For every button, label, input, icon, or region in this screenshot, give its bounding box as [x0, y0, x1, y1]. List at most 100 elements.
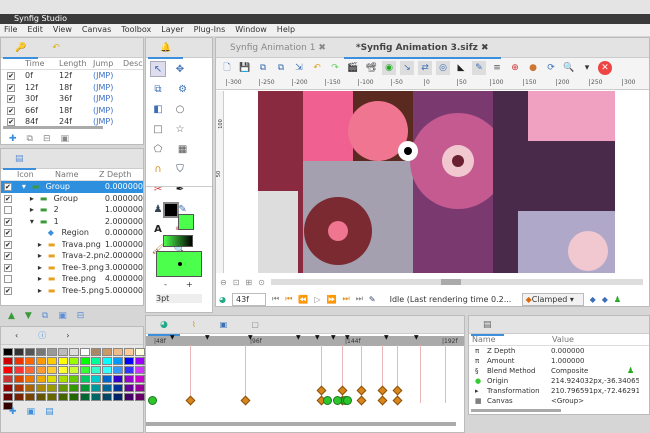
expander-icon[interactable]: ▾: [22, 181, 32, 193]
palette-swatch[interactable]: [124, 393, 134, 401]
layer-visible-checkbox[interactable]: ✔: [4, 252, 12, 260]
layer-name[interactable]: Trava-2.png: [62, 250, 105, 262]
keyframe-time[interactable]: 12f: [25, 82, 59, 94]
lower-layer-icon[interactable]: ▼: [25, 311, 32, 321]
params-tab-icon[interactable]: ◕: [148, 320, 180, 336]
sound-tab-icon[interactable]: ▣: [220, 320, 228, 329]
keyframe-active-checkbox[interactable]: ✔: [7, 106, 15, 115]
seek-end-icon[interactable]: ⏭: [356, 294, 363, 304]
canvas-browser-tab-icon[interactable]: ▢: [251, 320, 259, 329]
horizontal-scrollbar[interactable]: [270, 279, 643, 285]
spline-tool-icon[interactable]: ∩: [150, 161, 166, 177]
param-row[interactable]: π Amount 1.000000: [469, 356, 649, 366]
expander-icon[interactable]: ▸: [38, 239, 48, 251]
palette-swatch[interactable]: [135, 366, 145, 374]
menu-edit[interactable]: Edit: [27, 24, 43, 36]
keyframe-row[interactable]: ✔ 30f 36f (JMP): [1, 93, 143, 105]
rotate-tool-icon[interactable]: ⚙: [175, 81, 191, 97]
layer-name[interactable]: 1: [54, 216, 105, 228]
layers-tab-icon[interactable]: ▤: [3, 154, 35, 170]
expander-icon[interactable]: ▸: [38, 250, 48, 262]
library-tab-icon[interactable]: ↶: [52, 43, 60, 53]
menu-view[interactable]: View: [53, 24, 72, 36]
keyframe-marker[interactable]: ▼: [315, 334, 320, 341]
toggle-icon-2[interactable]: ⊡: [233, 278, 240, 287]
keyframes-scrollbar[interactable]: [3, 126, 103, 129]
palette-swatch[interactable]: [3, 366, 13, 374]
param-value[interactable]: 210.796591px,-72.462913: [551, 386, 639, 396]
palette-swatch[interactable]: [3, 357, 13, 365]
star-tool-icon[interactable]: ☆: [172, 121, 188, 137]
palette-swatch[interactable]: [80, 348, 90, 356]
position-handles-icon[interactable]: ⇄: [418, 61, 432, 75]
keyframe-marker[interactable]: ▼: [384, 334, 389, 341]
col-jump[interactable]: Jump: [93, 58, 123, 69]
palette-swatch[interactable]: [102, 366, 112, 374]
refresh-icon[interactable]: ⟳: [544, 61, 558, 75]
layer-name[interactable]: Region: [62, 227, 105, 239]
onion-skin-icon[interactable]: ◣: [454, 61, 468, 75]
new-icon[interactable]: 🗋: [220, 61, 234, 75]
keyframe-marker[interactable]: ▼: [248, 334, 253, 341]
layer-visible-checkbox[interactable]: ✔: [4, 263, 12, 272]
palette-swatch[interactable]: [3, 393, 13, 401]
col-icon[interactable]: Icon: [17, 169, 55, 180]
interpolation-select[interactable]: ◆Clamped ▾: [521, 292, 584, 306]
save-palette-icon[interactable]: ▣: [27, 407, 36, 417]
layer-row[interactable]: ✔ ▸ ▬ Trava.png 1.000000: [1, 239, 143, 251]
keyframe-jump-link[interactable]: (JMP): [93, 105, 113, 117]
palette-swatch[interactable]: [14, 366, 24, 374]
keyframe-active-checkbox[interactable]: ✔: [7, 95, 15, 103]
next-frame-icon[interactable]: ⏩: [327, 295, 337, 304]
layer-row[interactable]: ✔ ▾ ▬ Group 0.000000: [1, 181, 143, 193]
palette-swatch[interactable]: [135, 384, 145, 392]
palette-swatch[interactable]: [113, 348, 123, 356]
remove-keyframe-icon[interactable]: ⊟: [43, 134, 51, 144]
future-keyframes-lock-icon[interactable]: ◆: [602, 295, 608, 304]
expander-icon[interactable]: ▸: [38, 273, 48, 285]
duplicate-layer-icon[interactable]: ⧉: [42, 311, 48, 321]
brush-size-decrease[interactable]: -: [164, 280, 167, 289]
keyframe-jump-link[interactable]: (JMP): [93, 82, 113, 94]
zoom-icon[interactable]: 🔍: [562, 61, 576, 75]
palette-swatch[interactable]: [69, 348, 79, 356]
param-row[interactable]: ▸ Transformation 210.796591px,-72.462913: [469, 386, 649, 396]
menu-layer[interactable]: Layer: [161, 24, 183, 36]
col-param-name[interactable]: Name: [472, 334, 552, 345]
col-length[interactable]: Length: [59, 58, 93, 69]
canvas-tab-1[interactable]: Synfig Animation 1 ✖: [230, 43, 326, 53]
keyframe-row[interactable]: ✔ 12f 18f (JMP): [1, 82, 143, 94]
layer-row[interactable]: ✔ ▾ ▬ 1 2.000000: [1, 216, 143, 228]
palette-swatch[interactable]: [102, 348, 112, 356]
palette-swatch[interactable]: [58, 375, 68, 383]
palette-swatch[interactable]: [91, 348, 101, 356]
show-handles-icon[interactable]: ◉: [382, 61, 396, 75]
palette-swatch[interactable]: [58, 357, 68, 365]
keyframe-time[interactable]: 30f: [25, 93, 59, 105]
palette-swatch[interactable]: [91, 357, 101, 365]
palette-swatch[interactable]: [47, 384, 57, 392]
palette-swatch[interactable]: [36, 375, 46, 383]
keyframe-active-checkbox[interactable]: ✔: [7, 83, 15, 92]
brush-size-field[interactable]: 3pt: [156, 294, 202, 303]
palette-swatch[interactable]: [36, 348, 46, 356]
col-zdepth[interactable]: Z Depth: [99, 169, 131, 180]
width-handles-icon[interactable]: ↘: [400, 61, 414, 75]
gradient-swatch[interactable]: [163, 235, 193, 247]
keyframe-marker[interactable]: ▼: [414, 334, 419, 341]
palette-swatch[interactable]: [3, 348, 13, 356]
palette-swatch[interactable]: [69, 393, 79, 401]
delete-layer-icon[interactable]: ⊟: [77, 311, 85, 321]
palette-swatch[interactable]: [14, 393, 24, 401]
palette-swatch[interactable]: [135, 348, 145, 356]
palette-swatch[interactable]: [47, 357, 57, 365]
layer-name[interactable]: Group: [54, 193, 105, 205]
toggle-icon-1[interactable]: ⊖: [220, 278, 227, 287]
keyframe-active-checkbox[interactable]: ✔: [7, 118, 15, 126]
canvas-tab-2[interactable]: *Synfig Animation 3.sifz ✖: [343, 43, 501, 59]
rectangle-tool-icon[interactable]: □: [150, 121, 166, 137]
save-icon[interactable]: 💾: [238, 61, 252, 75]
palette-swatch[interactable]: [80, 375, 90, 383]
col-time[interactable]: Time: [25, 58, 59, 69]
palette-swatch[interactable]: [58, 384, 68, 392]
